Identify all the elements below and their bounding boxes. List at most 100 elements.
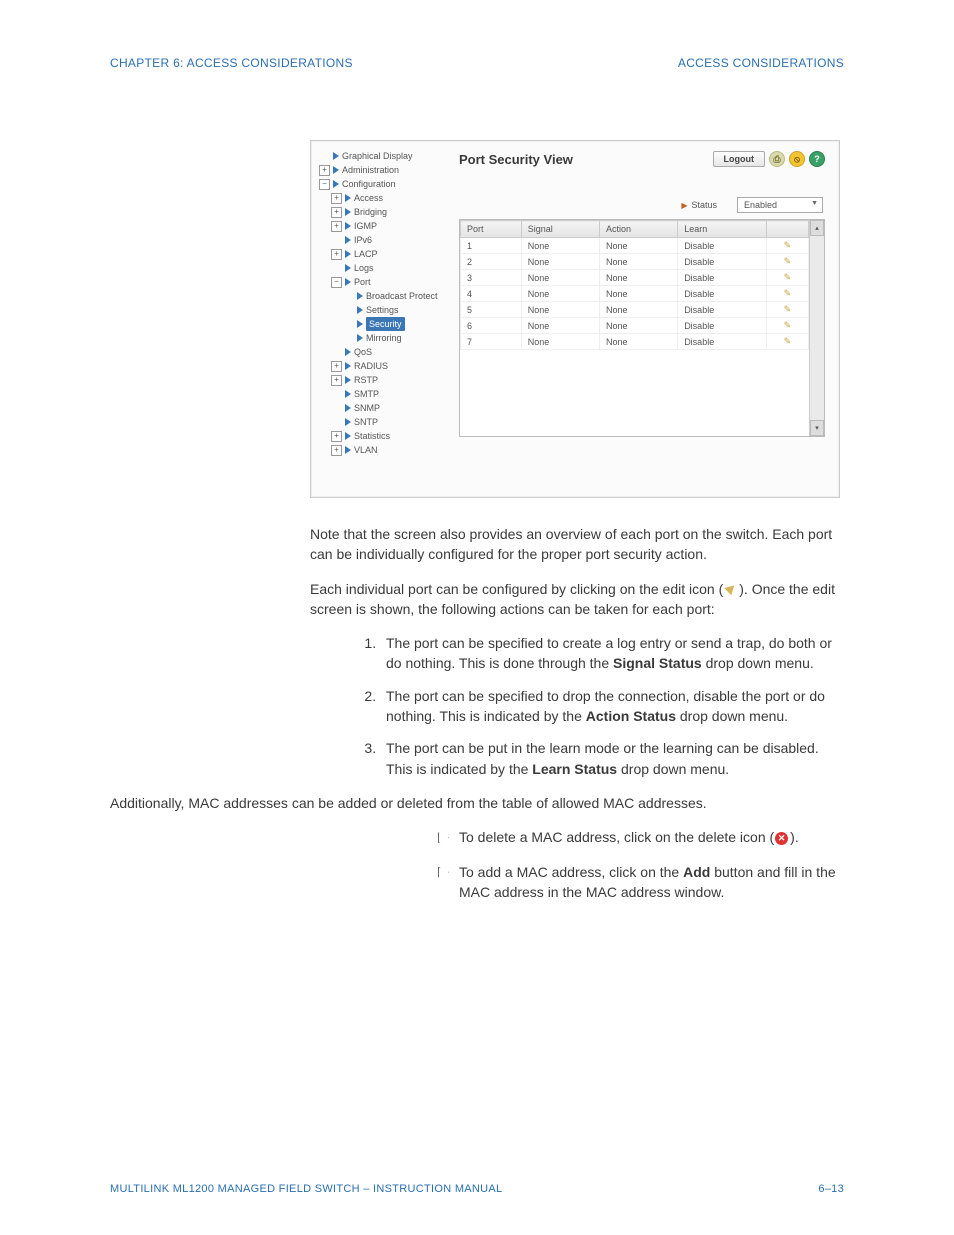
list-item: The port can be specified to drop the co…	[380, 686, 844, 727]
tree-node[interactable]: + Statistics	[331, 429, 447, 443]
arrow-right-icon	[345, 236, 351, 244]
logout-button[interactable]: Logout	[713, 151, 766, 167]
edit-row-icon[interactable]: ✎	[766, 302, 808, 318]
arrow-right-icon	[357, 292, 363, 300]
grid-cell: None	[521, 334, 599, 350]
nav-tree[interactable]: Graphical Display + Administration − Configu…	[317, 149, 451, 457]
help-icon[interactable]: ?	[809, 151, 825, 167]
edit-row-icon[interactable]: ✎	[766, 286, 808, 302]
tree-node[interactable]: Broadcast Protect	[343, 289, 447, 303]
expand-icon[interactable]: +	[331, 249, 342, 260]
tree-node[interactable]: SNTP	[331, 415, 447, 429]
expand-icon[interactable]: +	[331, 361, 342, 372]
port-security-screenshot: Graphical Display + Administration − Configu…	[310, 140, 840, 498]
arrow-right-icon	[357, 306, 363, 314]
tree-node[interactable]: + RSTP	[331, 373, 447, 387]
stop-icon[interactable]: ⦸	[789, 151, 805, 167]
grid-cell: None	[521, 286, 599, 302]
grid-cell: None	[599, 302, 677, 318]
tree-label[interactable]: Settings	[366, 303, 399, 317]
tree-node[interactable]: QoS	[331, 345, 447, 359]
tree-label[interactable]: Bridging	[354, 205, 387, 219]
list-item: The port can be put in the learn mode or…	[380, 738, 844, 779]
grid-column-header[interactable]	[766, 221, 808, 238]
expand-icon[interactable]: +	[331, 193, 342, 204]
tree-node[interactable]: + LACP	[331, 247, 447, 261]
tree-node[interactable]: Logs	[331, 261, 447, 275]
tree-node[interactable]: + IGMP	[331, 219, 447, 233]
edit-row-icon[interactable]: ✎	[766, 334, 808, 350]
edit-row-icon[interactable]: ✎	[766, 254, 808, 270]
tree-label[interactable]: Configuration	[342, 177, 396, 191]
tree-label[interactable]: IGMP	[354, 219, 377, 233]
tree-label[interactable]: Access	[354, 191, 383, 205]
arrow-right-icon	[345, 418, 351, 426]
edit-row-icon[interactable]: ✎	[766, 318, 808, 334]
main-panel: Port Security View Logout ⎙ ⦸ ? ▶ Status…	[451, 149, 833, 457]
expand-icon[interactable]: +	[319, 165, 330, 176]
grid-cell: None	[521, 302, 599, 318]
panel-title: Port Security View	[459, 152, 573, 167]
tree-label[interactable]: QoS	[354, 345, 372, 359]
edit-row-icon[interactable]: ✎	[766, 238, 808, 254]
grid-cell: Disable	[678, 334, 767, 350]
expand-icon[interactable]: +	[331, 207, 342, 218]
arrow-right-icon	[333, 152, 339, 160]
tree-label[interactable]: RADIUS	[354, 359, 388, 373]
arrow-right-icon	[345, 432, 351, 440]
tree-node[interactable]: − Port	[331, 275, 447, 289]
tree-node[interactable]: SMTP	[331, 387, 447, 401]
status-dropdown[interactable]: Enabled	[737, 197, 823, 213]
grid-column-header[interactable]: Action	[599, 221, 677, 238]
grid-scrollbar[interactable]: ▴ ▾	[809, 220, 824, 436]
tree-label[interactable]: SMTP	[354, 387, 379, 401]
tree-label[interactable]: Logs	[354, 261, 374, 275]
collapse-icon[interactable]: −	[331, 277, 342, 288]
grid-column-header[interactable]: Learn	[678, 221, 767, 238]
tree-node[interactable]: Mirroring	[343, 331, 447, 345]
tree-node[interactable]: + Access	[331, 191, 447, 205]
tree-label[interactable]: VLAN	[354, 443, 378, 457]
tree-node[interactable]: SNMP	[331, 401, 447, 415]
tree-label[interactable]: Broadcast Protect	[366, 289, 438, 303]
collapse-icon[interactable]: −	[319, 179, 330, 190]
edit-row-icon[interactable]: ✎	[766, 270, 808, 286]
arrow-right-icon	[345, 404, 351, 412]
tree-node[interactable]: Security	[343, 317, 447, 331]
expand-icon[interactable]: +	[331, 221, 342, 232]
triangle-bullet-icon	[438, 832, 449, 843]
tree-label[interactable]: Mirroring	[366, 331, 402, 345]
page-header: CHAPTER 6: ACCESS CONSIDERATIONS ACCESS …	[110, 56, 844, 70]
scroll-up-icon[interactable]: ▴	[810, 220, 824, 236]
tree-label[interactable]: LACP	[354, 247, 378, 261]
tree-label[interactable]: SNTP	[354, 415, 378, 429]
tree-node[interactable]: IPv6	[331, 233, 447, 247]
tree-node[interactable]: − Configuration	[319, 177, 447, 191]
save-icon[interactable]: ⎙	[769, 151, 785, 167]
tree-label[interactable]: Port	[354, 275, 371, 289]
tree-label[interactable]: SNMP	[354, 401, 380, 415]
expand-icon[interactable]: +	[331, 375, 342, 386]
tree-node[interactable]: + Administration	[319, 163, 447, 177]
arrow-right-icon	[345, 446, 351, 454]
tree-node[interactable]: Settings	[343, 303, 447, 317]
table-row: 4NoneNoneDisable✎	[461, 286, 809, 302]
tree-label[interactable]: Administration	[342, 163, 399, 177]
expand-icon[interactable]: +	[331, 431, 342, 442]
tree-node[interactable]: Graphical Display	[319, 149, 447, 163]
tree-label[interactable]: Statistics	[354, 429, 390, 443]
tree-label[interactable]: Security	[366, 317, 405, 331]
tree-label[interactable]: RSTP	[354, 373, 378, 387]
grid-cell: 2	[461, 254, 522, 270]
tree-node[interactable]: + RADIUS	[331, 359, 447, 373]
expand-icon[interactable]: +	[331, 445, 342, 456]
tree-label[interactable]: IPv6	[354, 233, 372, 247]
tree-node[interactable]: + Bridging	[331, 205, 447, 219]
scroll-down-icon[interactable]: ▾	[810, 420, 824, 436]
tree-label[interactable]: Graphical Display	[342, 149, 413, 163]
grid-cell: None	[521, 238, 599, 254]
page-footer: MULTILINK ML1200 MANAGED FIELD SWITCH – …	[110, 1183, 844, 1195]
grid-column-header[interactable]: Signal	[521, 221, 599, 238]
tree-node[interactable]: + VLAN	[331, 443, 447, 457]
grid-column-header[interactable]: Port	[461, 221, 522, 238]
